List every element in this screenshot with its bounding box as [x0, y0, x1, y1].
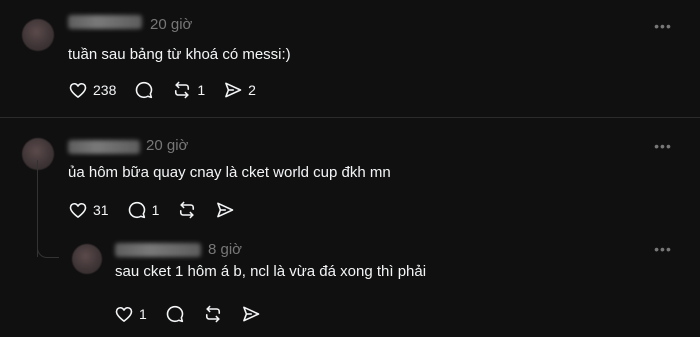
post: 20 giờ ••• ủa hôm bữa quay cnay là cket …	[0, 118, 700, 237]
more-icon[interactable]: •••	[653, 239, 673, 259]
avatar[interactable]	[22, 138, 54, 170]
reply-count: 1	[151, 202, 160, 218]
heart-icon	[115, 306, 133, 322]
post-text: sau cket 1 hôm á b, ncl là vừa đá xong t…	[115, 263, 427, 280]
repost-count: 1	[197, 82, 206, 98]
repost-icon	[205, 305, 220, 323]
reply-button[interactable]	[165, 304, 185, 324]
post-actions: 238 1 2	[68, 80, 274, 100]
repost-button[interactable]	[203, 304, 223, 324]
post-time: 20 giờ	[150, 16, 193, 33]
avatar[interactable]	[22, 19, 54, 51]
share-button[interactable]	[215, 200, 235, 220]
share-button[interactable]: 2	[223, 80, 256, 100]
post-text: tuần sau bảng từ khoá có messi:)	[68, 46, 291, 63]
repost-button[interactable]: 1	[172, 80, 205, 100]
like-button[interactable]: 1	[114, 304, 147, 324]
reply-post: 8 giờ ••• sau cket 1 hôm á b, ncl là vừa…	[0, 237, 700, 337]
post-text: ủa hôm bữa quay cnay là cket world cup đ…	[68, 164, 391, 181]
more-icon[interactable]: •••	[653, 136, 673, 156]
username-blurred[interactable]	[68, 15, 142, 29]
username-blurred[interactable]	[68, 140, 140, 154]
like-count: 1	[139, 306, 147, 322]
post-time: 8 giờ	[208, 241, 243, 258]
reply-button[interactable]	[134, 80, 154, 100]
share-icon	[225, 82, 242, 98]
avatar[interactable]	[72, 244, 102, 274]
heart-icon	[69, 82, 87, 98]
username-blurred[interactable]	[115, 243, 201, 257]
comment-icon	[136, 81, 153, 99]
like-button[interactable]: 31	[68, 200, 109, 220]
post-actions: 1	[114, 304, 279, 324]
like-count: 31	[93, 202, 109, 218]
reply-button[interactable]: 1	[127, 200, 160, 220]
comment-icon	[166, 305, 184, 323]
thread: 20 giờ ••• tuần sau bảng từ khoá có mess…	[0, 0, 700, 337]
comment-icon	[128, 201, 145, 219]
share-count: 2	[248, 82, 256, 98]
repost-button[interactable]	[177, 200, 197, 220]
post-time: 20 giờ	[146, 137, 189, 154]
more-icon[interactable]: •••	[653, 16, 673, 36]
like-button[interactable]: 238	[68, 80, 116, 100]
like-count: 238	[93, 82, 117, 98]
share-button[interactable]	[241, 304, 261, 324]
share-icon	[242, 306, 260, 322]
post-actions: 31 1	[68, 200, 253, 220]
heart-icon	[69, 202, 87, 218]
repost-icon	[180, 201, 195, 219]
share-icon	[217, 202, 234, 218]
post: 20 giờ ••• tuần sau bảng từ khoá có mess…	[0, 0, 700, 117]
repost-icon	[175, 81, 190, 99]
